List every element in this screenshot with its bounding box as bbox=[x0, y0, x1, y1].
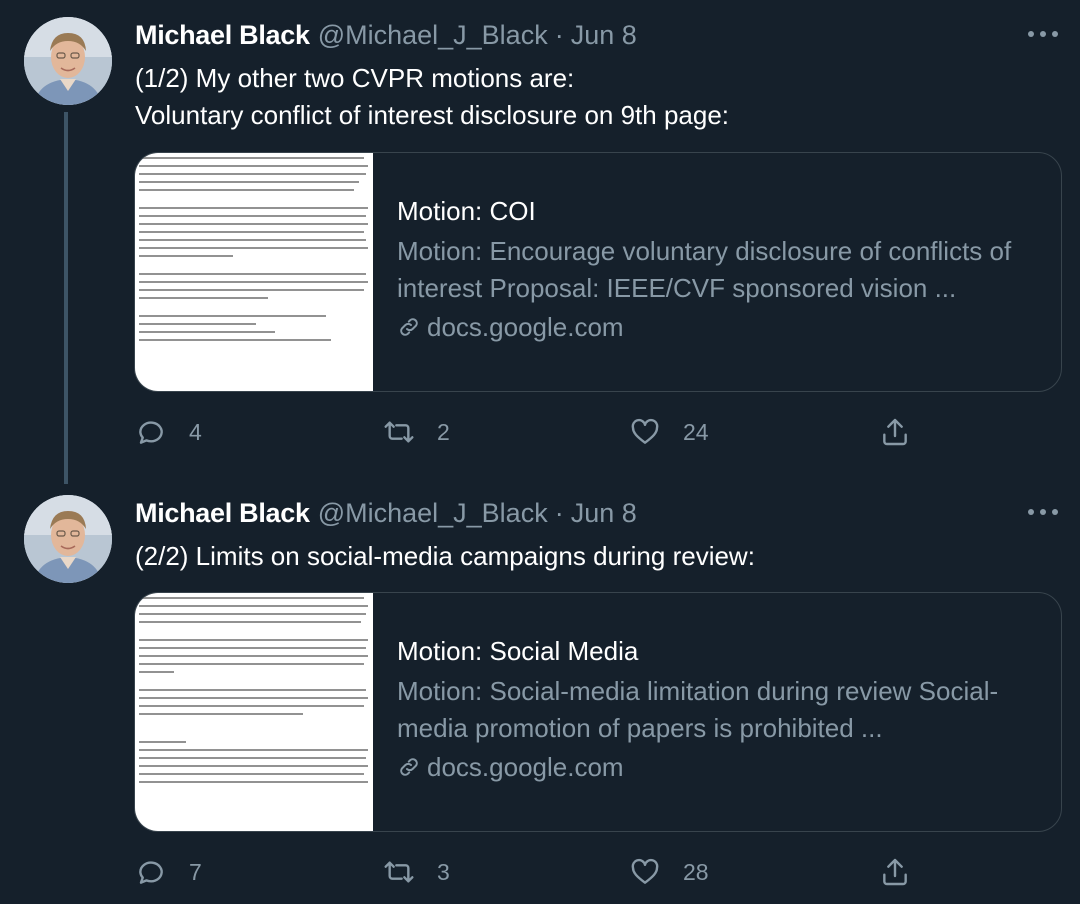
link-icon bbox=[400, 318, 418, 336]
tweet-actions: 4 2 24 bbox=[135, 414, 925, 450]
like-icon bbox=[631, 418, 659, 444]
separator-dot: · bbox=[554, 20, 564, 50]
reply-icon bbox=[139, 861, 163, 884]
retweet-button[interactable]: 3 bbox=[383, 854, 450, 890]
thread: Michael Black @Michael_J_Black · Jun 8 (… bbox=[0, 0, 1080, 904]
tweet-actions: 7 3 28 bbox=[135, 854, 925, 890]
more-icon[interactable] bbox=[1028, 28, 1058, 40]
separator-dot: · bbox=[554, 498, 564, 528]
thread-connector-line bbox=[64, 112, 68, 484]
like-button[interactable]: 24 bbox=[629, 414, 709, 450]
reply-button[interactable]: 4 bbox=[135, 414, 202, 450]
link-card-body: Motion: Social Media Motion: Social-medi… bbox=[397, 633, 1037, 785]
like-button[interactable]: 28 bbox=[629, 854, 709, 890]
reply-count: 7 bbox=[189, 858, 202, 885]
tweet-text-line: Voluntary conflict of interest disclosur… bbox=[135, 100, 730, 130]
link-card-title: Motion: COI bbox=[397, 196, 536, 226]
tweet-text-line: (1/2) My other two CVPR motions are: bbox=[135, 63, 575, 93]
tweet-date[interactable]: Jun 8 bbox=[571, 20, 637, 51]
tweet-date[interactable]: Jun 8 bbox=[571, 498, 637, 529]
retweet-icon bbox=[384, 861, 414, 883]
document-preview-icon bbox=[135, 153, 373, 391]
link-card-description: Motion: Social-media limitation during r… bbox=[397, 676, 999, 743]
more-icon[interactable] bbox=[1028, 506, 1058, 518]
share-button[interactable] bbox=[879, 414, 911, 450]
tweet-text: (1/2) My other two CVPR motions are: Vol… bbox=[135, 60, 1035, 134]
link-card-domain: docs.google.com bbox=[427, 312, 624, 342]
tweet-text: (2/2) Limits on social-media campaigns d… bbox=[135, 538, 1035, 575]
link-icon bbox=[400, 758, 418, 776]
retweet-button[interactable]: 2 bbox=[383, 414, 450, 450]
avatar[interactable] bbox=[24, 17, 112, 105]
author-name[interactable]: Michael Black bbox=[135, 20, 310, 51]
tweet-text-line: (2/2) Limits on social-media campaigns d… bbox=[135, 541, 755, 571]
link-card-description: Motion: Encourage voluntary disclosure o… bbox=[397, 236, 1012, 303]
author-name[interactable]: Michael Black bbox=[135, 498, 310, 529]
retweet-icon bbox=[384, 421, 414, 443]
link-card[interactable]: Motion: Social Media Motion: Social-medi… bbox=[134, 592, 1062, 832]
retweet-count: 2 bbox=[437, 418, 450, 445]
link-card-domain-row: docs.google.com bbox=[397, 309, 1037, 345]
link-card-body: Motion: COI Motion: Encourage voluntary … bbox=[397, 193, 1037, 345]
link-card-domain: docs.google.com bbox=[427, 752, 624, 782]
link-card-title: Motion: Social Media bbox=[397, 636, 639, 666]
tweet-header: Michael Black @Michael_J_Black · Jun 8 bbox=[135, 498, 637, 530]
reply-icon bbox=[139, 421, 163, 444]
avatar[interactable] bbox=[24, 495, 112, 583]
like-count: 28 bbox=[683, 858, 709, 885]
author-handle[interactable]: @Michael_J_Black bbox=[318, 498, 548, 529]
like-count: 24 bbox=[683, 418, 709, 445]
share-icon bbox=[883, 858, 907, 886]
reply-count: 4 bbox=[189, 418, 202, 445]
share-icon bbox=[883, 418, 907, 446]
reply-button[interactable]: 7 bbox=[135, 854, 202, 890]
document-preview-icon bbox=[135, 593, 373, 831]
link-card[interactable]: Motion: COI Motion: Encourage voluntary … bbox=[134, 152, 1062, 392]
tweet-header: Michael Black @Michael_J_Black · Jun 8 bbox=[135, 20, 637, 52]
like-icon bbox=[631, 858, 659, 884]
share-button[interactable] bbox=[879, 854, 911, 890]
link-card-domain-row: docs.google.com bbox=[397, 749, 1037, 785]
author-handle[interactable]: @Michael_J_Black bbox=[318, 20, 548, 51]
retweet-count: 3 bbox=[437, 858, 450, 885]
